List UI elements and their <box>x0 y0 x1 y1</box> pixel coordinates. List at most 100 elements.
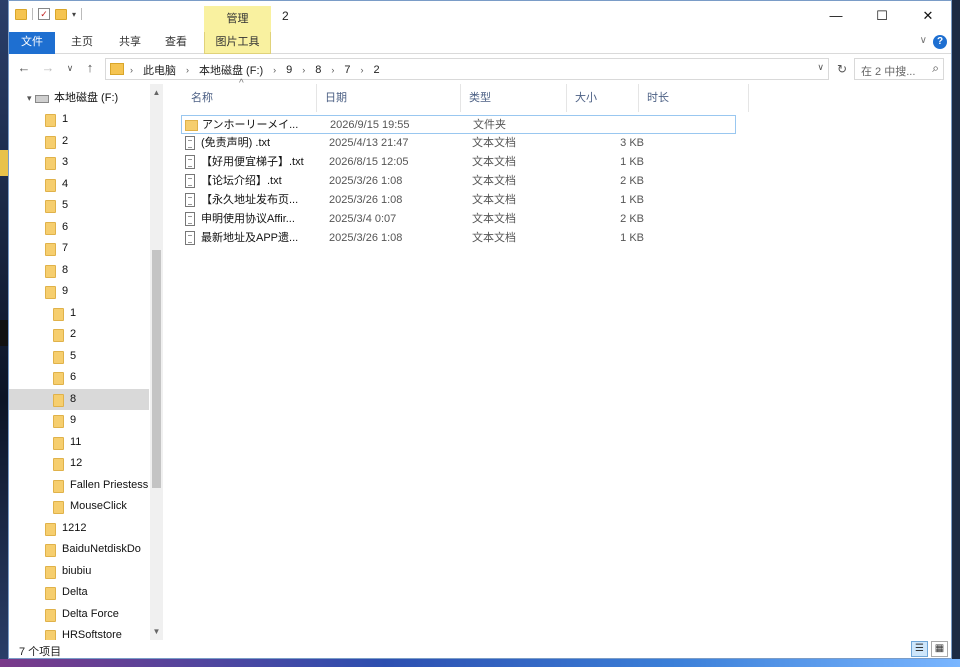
list-item[interactable]: 【好用便宜梯子】.txt 2026/8/15 12:05 文本文档 1 KB <box>181 153 736 172</box>
tab-share[interactable]: 共享 <box>115 32 145 54</box>
customize-toolbar-chevron-icon[interactable]: ▾ <box>72 10 76 19</box>
tree-item[interactable]: 11 <box>9 432 149 453</box>
tree-item[interactable]: Delta <box>9 582 149 603</box>
details-view-icon[interactable]: ☰ <box>911 641 928 657</box>
breadcrumb-item[interactable]: 8 <box>315 64 321 76</box>
breadcrumb-separator-icon[interactable]: › <box>186 65 189 75</box>
scroll-up-icon[interactable]: ▲ <box>150 86 163 99</box>
file-name: 【好用便宜梯子】.txt <box>201 156 304 168</box>
recent-locations-chevron-icon[interactable]: ∨ <box>61 59 79 77</box>
tree-item-label: 3 <box>62 156 69 168</box>
list-item[interactable]: (免责声明) .txt 2025/4/13 21:47 文本文档 3 KB <box>181 134 736 153</box>
address-bar[interactable]: › 此电脑 › 本地磁盘 (F:) › 9 › 8 › 7 › 2 ∨ <box>105 58 829 80</box>
list-item[interactable]: 【论坛介绍】.txt 2025/3/26 1:08 文本文档 2 KB <box>181 172 736 191</box>
tree-item[interactable]: 6 <box>9 217 149 238</box>
breadcrumb-separator-icon[interactable]: › <box>361 65 364 75</box>
file-date: 2025/3/4 0:07 <box>329 213 397 225</box>
tree-item[interactable]: biubiu <box>9 561 149 582</box>
tree-item-label: biubiu <box>62 564 92 577</box>
tree-item[interactable]: 2 <box>9 131 149 152</box>
tree-item-label: 1 <box>70 306 77 319</box>
folder-icon <box>53 372 64 385</box>
tree-item[interactable]: 12 <box>9 453 149 474</box>
address-dropdown-chevron-icon[interactable]: ∨ <box>817 62 824 73</box>
minimize-button[interactable]: — <box>813 1 859 31</box>
tree-item-label: Delta <box>62 586 88 598</box>
tree-item[interactable]: 7 <box>9 238 149 259</box>
column-header-date[interactable]: 日期 <box>317 84 461 112</box>
tree-item[interactable]: 9 <box>9 281 149 302</box>
tree-item[interactable]: 5 <box>9 346 149 367</box>
caption-buttons: — ☐ ✕ <box>813 1 951 31</box>
column-header-duration[interactable]: 时长 <box>639 84 749 112</box>
tree-item[interactable]: HRSoftstore <box>9 625 149 640</box>
properties-icon[interactable]: ✓ <box>38 8 50 20</box>
file-size: 3 KB <box>620 137 644 149</box>
breadcrumb-separator-icon[interactable]: › <box>331 65 334 75</box>
tree-item[interactable]: 3 <box>9 152 149 173</box>
tree-scrollbar[interactable]: ▲ ▼ <box>150 84 163 640</box>
tree-item[interactable]: Delta Force <box>9 604 149 625</box>
tab-picture-tools[interactable]: 图片工具 <box>204 32 271 54</box>
list-item[interactable]: アンホーリーメイ... 2026/9/15 19:55 文件夹 <box>181 115 736 134</box>
tree-item[interactable]: 8 <box>9 388 149 410</box>
tree-item-label: 4 <box>62 177 69 190</box>
folder-icon <box>45 178 56 192</box>
tab-view[interactable]: 查看 <box>161 32 191 54</box>
column-header-name[interactable]: 名称 <box>183 84 317 112</box>
tree-item[interactable]: 1 <box>9 303 149 324</box>
tree-item-drive[interactable]: ▾ 本地磁盘 (F:) <box>9 88 149 109</box>
tree-item[interactable]: 2 <box>9 324 149 345</box>
new-folder-icon[interactable] <box>55 8 67 20</box>
list-item[interactable]: 最新地址及APP遗... 2025/3/26 1:08 文本文档 1 KB <box>181 229 736 248</box>
scrollbar-thumb[interactable] <box>152 250 161 488</box>
breadcrumb-separator-icon[interactable]: › <box>273 65 276 75</box>
column-headers: ^ 名称 日期 类型 大小 时长 <box>167 78 749 112</box>
breadcrumb-item[interactable]: 9 <box>286 64 292 76</box>
breadcrumb-separator-icon[interactable]: › <box>302 65 305 75</box>
quick-access-toolbar: ✓ ▾ <box>15 8 83 20</box>
refresh-icon[interactable]: ↻ <box>833 59 851 79</box>
tree-item[interactable]: MouseClick <box>9 496 149 517</box>
list-item[interactable]: 申明使用协议Affir... 2025/3/4 0:07 文本文档 2 KB <box>181 210 736 229</box>
breadcrumb-item[interactable]: 2 <box>374 64 380 76</box>
folder-icon <box>45 135 56 149</box>
chevron-down-icon[interactable]: ∨ <box>920 35 927 46</box>
breadcrumb-item[interactable]: 7 <box>344 64 350 76</box>
search-input[interactable]: 在 2 中搜... ⌕ <box>854 58 944 80</box>
folder-icon <box>45 608 56 622</box>
desktop-edge <box>0 0 8 667</box>
tree-item[interactable]: 4 <box>9 174 149 195</box>
tree-item-label: 2 <box>70 328 77 340</box>
maximize-button[interactable]: ☐ <box>859 1 905 31</box>
scroll-down-icon[interactable]: ▼ <box>150 625 163 638</box>
tree-item[interactable]: BaiduNetdiskDo <box>9 539 149 560</box>
column-header-type[interactable]: 类型 <box>461 84 567 112</box>
collapse-arrow-icon[interactable]: ▾ <box>27 88 32 109</box>
tree-item[interactable]: 1 <box>9 109 149 130</box>
list-item[interactable]: 【永久地址发布页... 2025/3/26 1:08 文本文档 1 KB <box>181 191 736 210</box>
file-type: 文本文档 <box>472 175 516 187</box>
column-header-size[interactable]: 大小 <box>567 84 639 112</box>
tree-item[interactable]: 8 <box>9 260 149 281</box>
text-file-icon <box>185 231 195 245</box>
close-button[interactable]: ✕ <box>905 1 951 31</box>
tab-file[interactable]: 文件 <box>9 32 55 54</box>
back-arrow-icon[interactable]: ← <box>15 59 33 77</box>
search-icon[interactable]: ⌕ <box>932 61 939 76</box>
forward-arrow-icon[interactable]: → <box>39 59 57 77</box>
tree-item-label: 8 <box>70 392 77 405</box>
breadcrumb-item[interactable]: 本地磁盘 (F:) <box>199 62 263 78</box>
up-arrow-icon[interactable]: ↑ <box>81 59 99 77</box>
tree-item[interactable]: Fallen Priestess <box>9 475 149 496</box>
tree-item[interactable]: 1212 <box>9 518 149 539</box>
large-icons-view-icon[interactable]: ▦ <box>931 641 948 657</box>
file-name: 申明使用协议Affir... <box>201 213 295 225</box>
tab-home[interactable]: 主页 <box>67 32 97 54</box>
tree-item[interactable]: 5 <box>9 195 149 216</box>
breadcrumb-item[interactable]: 此电脑 <box>143 62 176 78</box>
tree-item[interactable]: 6 <box>9 367 149 388</box>
help-icon[interactable]: ? <box>933 35 947 49</box>
file-type: 文本文档 <box>472 156 516 168</box>
tree-item[interactable]: 9 <box>9 410 149 431</box>
